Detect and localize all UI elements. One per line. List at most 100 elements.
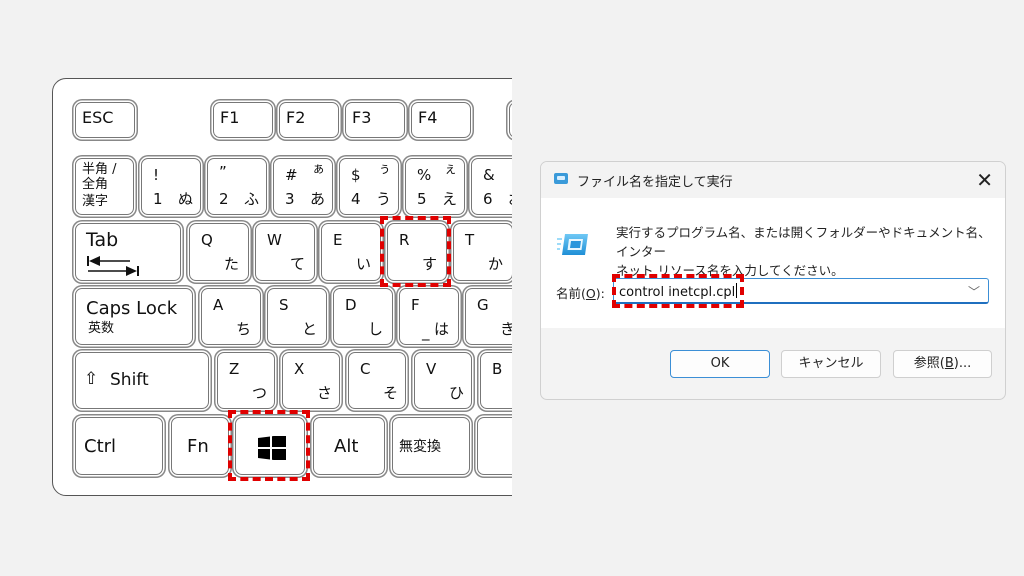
shift-arrow-icon: ⇧ [84, 369, 99, 389]
key-r: R す [387, 223, 447, 281]
key-label: Ctrl [84, 436, 117, 457]
key-label: Fn [187, 436, 209, 457]
key-label: $ [351, 166, 361, 184]
key-c: C そ [348, 352, 406, 409]
key-label: 3 [285, 190, 295, 208]
key-label: Shift [110, 370, 149, 390]
key-muhenkan: 無変換 [392, 417, 470, 475]
key-label: % [417, 166, 432, 184]
key-label: Tab [86, 229, 119, 251]
key-label: つ [252, 384, 268, 402]
key-label: と [302, 320, 318, 338]
run-program-icon [557, 234, 588, 255]
key-1: ! 1 ぬ [141, 158, 201, 215]
ok-button[interactable]: OK [670, 350, 770, 378]
key-label: 6 [483, 190, 493, 208]
key-label: ぉ [510, 162, 512, 177]
key-label: F2 [286, 108, 306, 127]
button-accesskey: B [944, 356, 954, 371]
button-label: 参照( [913, 356, 945, 371]
browse-button[interactable]: 参照(B)... [893, 350, 992, 378]
keyboard-illustration-clip: ESC F1 F2 F3 F4 半角 / 全角 漢字 ! 1 ぬ ” 2 ふ #… [52, 78, 512, 498]
key-label: い [356, 255, 372, 273]
key-e: E い [321, 223, 381, 281]
chevron-down-icon[interactable]: ﹀ [968, 283, 980, 300]
key-g: G き [465, 288, 512, 345]
key-fn: Fn [171, 417, 229, 475]
key-w: W て [255, 223, 315, 281]
key-alt: Alt [313, 417, 385, 475]
dialog-title: ファイル名を指定して実行 [577, 175, 733, 190]
key-label: E [333, 231, 343, 249]
dialog-title-bar: ファイル名を指定して実行 ✕ [541, 162, 1005, 198]
key-label: ち [236, 320, 252, 338]
key-z: Z つ [217, 352, 275, 409]
key-label: 英数 [88, 321, 115, 336]
key-label: ぅ [378, 162, 392, 177]
key-label: 無変換 [399, 439, 441, 455]
key-label: S [279, 296, 289, 314]
key-label: _ [422, 323, 430, 341]
run-dialog: ファイル名を指定して実行 ✕ 実行するプログラム名、または開くフォルダーやドキュ… [540, 161, 1006, 400]
key-hankaku-zenkaku: 半角 / 全角 漢字 [75, 158, 134, 215]
key-label: さ [317, 384, 333, 402]
keyboard-illustration: ESC F1 F2 F3 F4 半角 / 全角 漢字 ! 1 ぬ ” 2 ふ #… [52, 78, 512, 496]
key-label: ! [153, 166, 160, 184]
key-label: あ [310, 190, 326, 208]
key-tab: Tab [75, 223, 181, 281]
key-6: & ぉ 6 お [471, 158, 512, 215]
key-label: 漢字 [82, 194, 109, 209]
key-label: ふ [244, 190, 260, 208]
key-5: % ぇ 5 え [405, 158, 465, 215]
key-label: き [500, 320, 512, 338]
key-label: V [426, 360, 437, 378]
key-label: Alt [334, 436, 359, 457]
key-label: B [492, 360, 503, 378]
key-label: # [285, 166, 298, 184]
key-label: D [345, 296, 357, 314]
key-label: し [368, 320, 384, 338]
key-3: # ぁ 3 あ [273, 158, 333, 215]
close-icon[interactable]: ✕ [976, 168, 993, 192]
key-f4: F4 [411, 102, 471, 138]
key-label: X [294, 360, 305, 378]
button-label: OK [710, 356, 730, 371]
key-label: G [477, 296, 489, 314]
key-label: 2 [219, 190, 229, 208]
input-value[interactable]: control inetcpl.cpl [619, 283, 738, 300]
key-label: ぬ [178, 190, 194, 208]
key-label: A [213, 296, 224, 314]
key-label: F4 [418, 108, 438, 127]
key-label: & [483, 166, 495, 184]
key-f5 [509, 102, 512, 138]
key-label: T [465, 231, 475, 249]
run-app-icon [554, 173, 568, 184]
button-label: キャンセル [798, 356, 864, 371]
key-f1: F1 [213, 102, 273, 138]
key-caps-lock: Caps Lock 英数 [75, 288, 193, 345]
key-label: え [442, 190, 458, 208]
key-label: R [399, 231, 410, 249]
key-windows [235, 417, 305, 475]
key-ctrl: Ctrl [75, 417, 163, 475]
run-command-input[interactable]: control inetcpl.cpl ﹀ [613, 278, 989, 304]
key-label: W [267, 231, 282, 249]
key-label: 4 [351, 190, 361, 208]
key-label: F3 [352, 108, 372, 127]
key-label: ひ [449, 384, 465, 402]
key-label: F [411, 296, 420, 314]
label-text: ): [595, 286, 605, 301]
key-label: ” [219, 163, 227, 181]
key-esc: ESC [75, 102, 135, 138]
key-b: B [480, 352, 512, 409]
tab-arrows-icon [87, 256, 139, 276]
key-d: D し [333, 288, 393, 345]
key-label: Q [201, 231, 213, 249]
name-field-label: 名前(O): [556, 283, 605, 302]
key-2: ” 2 ふ [207, 158, 267, 215]
dialog-body: 実行するプログラム名、または開くフォルダーやドキュメント名、インター ネット リ… [541, 198, 1005, 328]
key-label: う [376, 190, 392, 208]
key-f: F _ は [399, 288, 459, 345]
key-label: 半角 / [82, 162, 117, 177]
cancel-button[interactable]: キャンセル [781, 350, 881, 378]
